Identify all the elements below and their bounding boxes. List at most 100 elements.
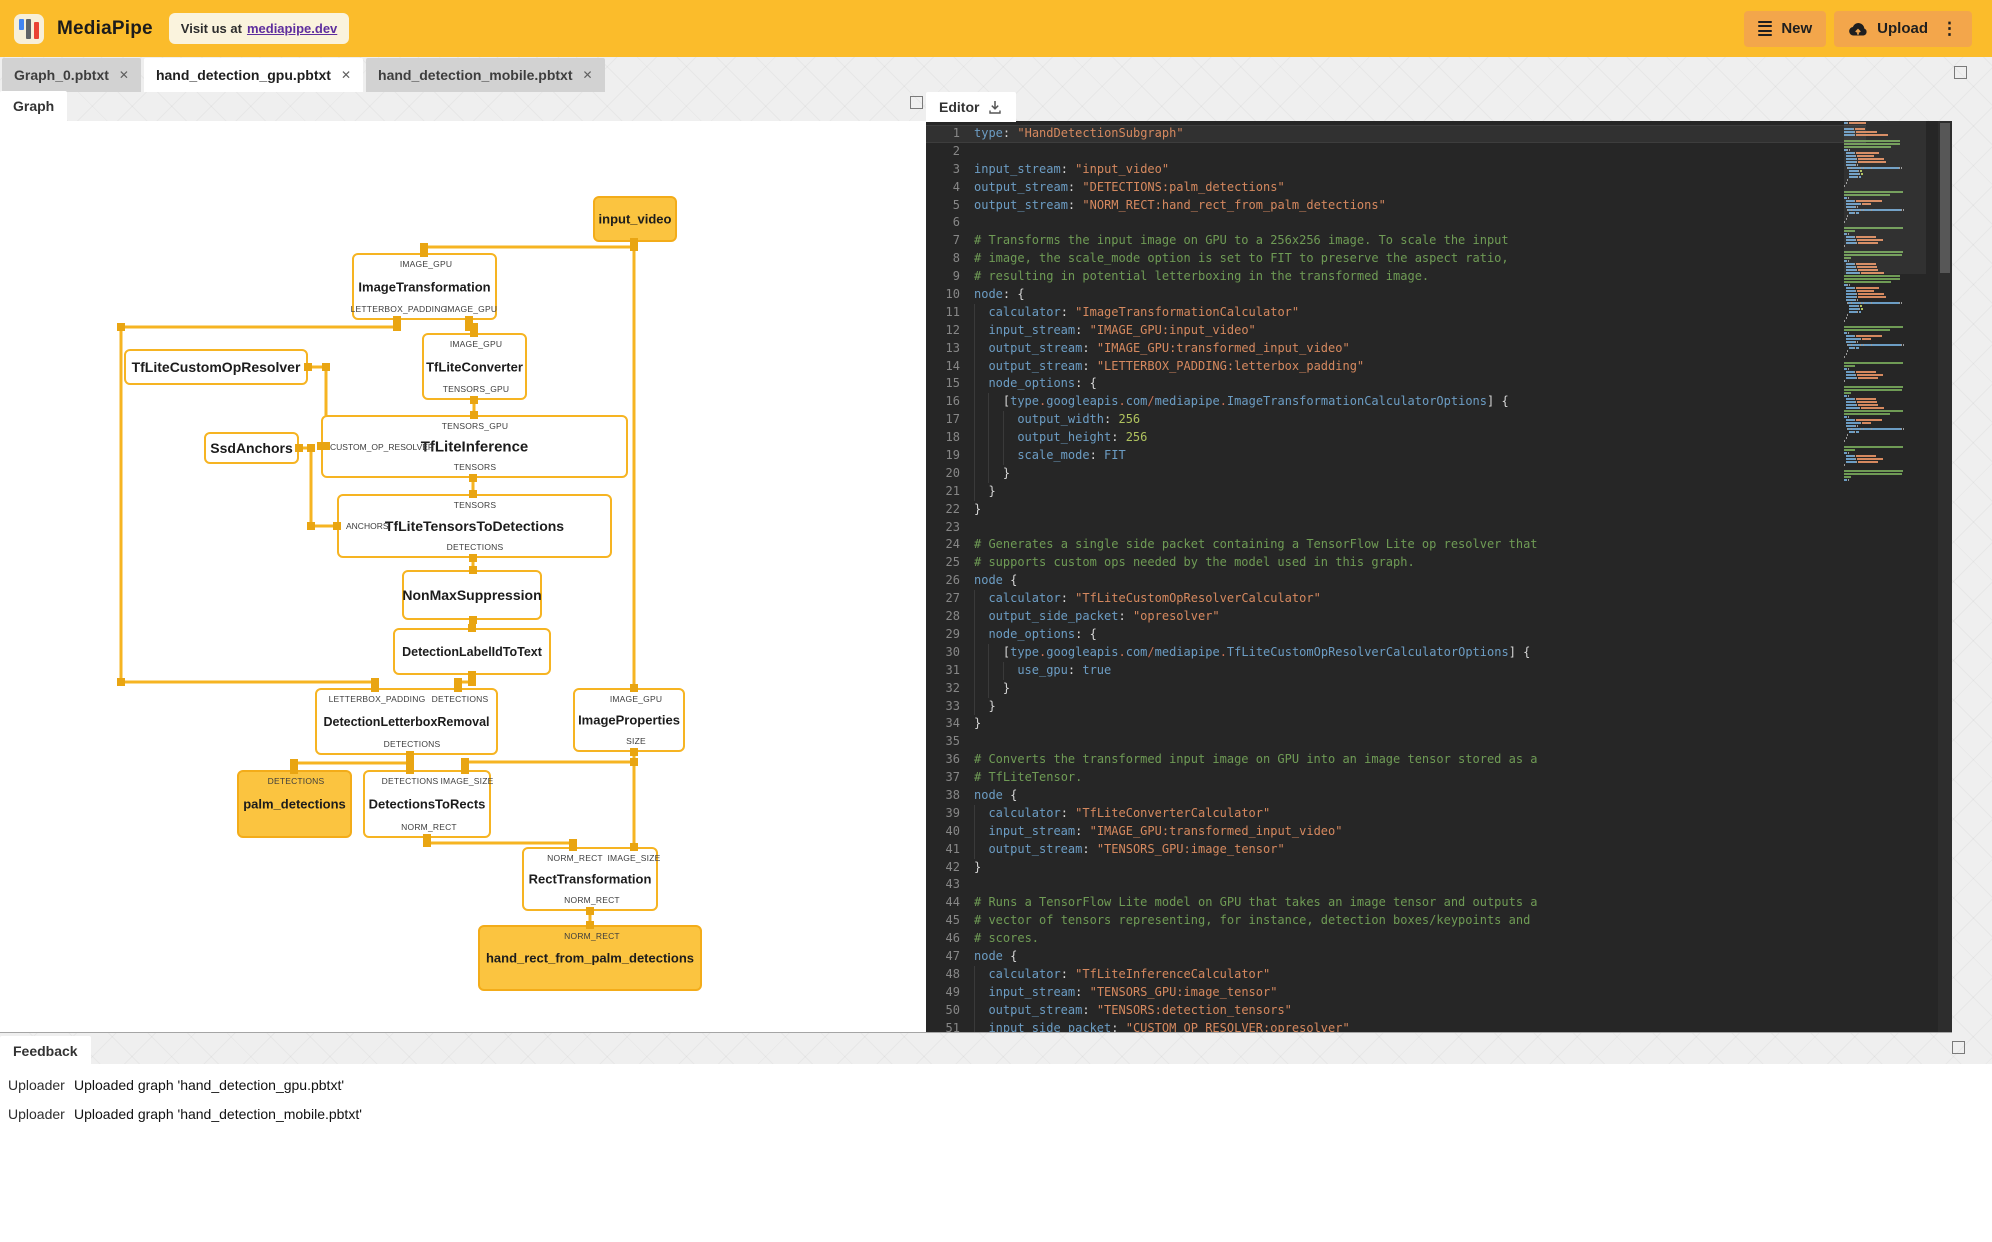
code-line[interactable]: 35 bbox=[926, 733, 1866, 751]
graph-node-DetectionLabelIdToText[interactable]: DetectionLabelIdToText bbox=[393, 628, 551, 675]
tab-editor[interactable]: Editor bbox=[926, 92, 1017, 122]
upload-button[interactable]: Upload ⋮ bbox=[1834, 10, 1972, 47]
code-line[interactable]: 27 calculator: "TfLiteCustomOpResolverCal… bbox=[926, 590, 1866, 608]
feedback-source: Uploader bbox=[8, 1076, 65, 1093]
code-line[interactable]: 13 output_stream: "IMAGE_GPU:transformed_… bbox=[926, 340, 1866, 358]
code-line[interactable]: 2 bbox=[926, 143, 1866, 161]
visit-link[interactable]: mediapipe.dev bbox=[247, 21, 337, 36]
graph-node-RectTransformation[interactable]: RectTransformation NORM_RECT IMAGE_SIZE NOR… bbox=[522, 847, 660, 911]
port-label: TENSORS bbox=[453, 500, 497, 510]
code-line[interactable]: 17 output_width: 256 bbox=[926, 411, 1866, 429]
code-line[interactable]: 48 calculator: "TfLiteInferenceCalculator… bbox=[926, 966, 1866, 984]
graph-node-ImageProperties[interactable]: ImageProperties IMAGE_GPU SIZE bbox=[573, 688, 685, 752]
code-line[interactable]: 22} bbox=[926, 501, 1866, 519]
code-line[interactable]: 28 output_side_packet: "opresolver" bbox=[926, 608, 1866, 626]
code-line[interactable]: 4 output_stream: "DETECTIONS:palm_detecti… bbox=[926, 179, 1866, 197]
graph-node-TfLiteInference[interactable]: TfLiteInference TENSORS_GPU TENSORS CUSTOM_… bbox=[321, 415, 628, 478]
code-line[interactable]: 1 type: "HandDetectionSubgraph" bbox=[926, 125, 1866, 143]
code-line[interactable]: 12 input_stream: "IMAGE_GPU:input_video" bbox=[926, 322, 1866, 340]
code-line[interactable]: 20} bbox=[926, 465, 1866, 483]
code-line[interactable]: 3 input_stream: "input_video" bbox=[926, 161, 1866, 179]
file-tab-hand_detection_mobile.pbtxt[interactable]: hand_detection_mobile.pbtxt ✕ bbox=[366, 58, 605, 92]
code-line[interactable]: 19 scale_mode: FIT bbox=[926, 447, 1866, 465]
popout-icon[interactable] bbox=[1954, 66, 1967, 79]
line-number: 13 bbox=[945, 340, 960, 355]
code-line[interactable]: 34} bbox=[926, 715, 1866, 733]
line-number: 19 bbox=[945, 448, 960, 463]
code-line[interactable]: 6 bbox=[926, 214, 1866, 232]
code-line[interactable]: 36 # Converts the transformed input image… bbox=[926, 751, 1866, 769]
code-line[interactable]: 8 # image, the scale_mode option is set t… bbox=[926, 250, 1866, 268]
code-line[interactable]: 39 calculator: "TfLiteConverterCalculator… bbox=[926, 805, 1866, 823]
code-line[interactable]: 30 [type.googleapis.com/mediapipe.TfLiteC… bbox=[926, 644, 1866, 662]
code-line[interactable]: 26 node { bbox=[926, 572, 1866, 590]
node-label: ImageProperties bbox=[578, 712, 680, 728]
graph-node-DetectionsToRects[interactable]: DetectionsToRects DETECTIONS IMAGE_SIZE NOR… bbox=[363, 770, 493, 838]
code-line[interactable]: 5 output_stream: "NORM_RECT:hand_rect_fro… bbox=[926, 197, 1866, 215]
graph-node-TfLiteTensorsToDetections[interactable]: TfLiteTensorsToDetections TENSORS DETECTIO… bbox=[337, 494, 612, 558]
code-line[interactable]: 21} bbox=[926, 483, 1866, 501]
code-line[interactable]: 32} bbox=[926, 680, 1866, 698]
scrollbar-thumb[interactable] bbox=[1940, 123, 1950, 273]
file-tab-Graph_0.pbtxt[interactable]: Graph_0.pbtxt ✕ bbox=[2, 58, 141, 92]
code-line[interactable]: 10 node: { bbox=[926, 286, 1866, 304]
line-number: 41 bbox=[945, 841, 960, 856]
code-line[interactable]: 24 # Generates a single side packet conta… bbox=[926, 536, 1866, 554]
code-line[interactable]: 16 [type.googleapis.com/mediapipe.ImageTr… bbox=[926, 393, 1866, 411]
code-line[interactable]: 29 node_options: { bbox=[926, 626, 1866, 644]
code-line[interactable]: 42} bbox=[926, 859, 1866, 877]
code-line[interactable]: 15 node_options: { bbox=[926, 375, 1866, 393]
code-line[interactable]: 43 bbox=[926, 876, 1866, 894]
popout-icon[interactable] bbox=[1952, 1041, 1965, 1054]
tab-feedback[interactable]: Feedback bbox=[0, 1036, 91, 1066]
line-number: 24 bbox=[945, 537, 960, 552]
port-label: DETECTIONS bbox=[446, 542, 504, 552]
code-line[interactable]: 18 output_height: 256 bbox=[926, 429, 1866, 447]
code-line[interactable]: 51 input_side_packet: "CUSTOM_OP_RESOLVER… bbox=[926, 1020, 1866, 1032]
code-line[interactable]: 14 output_stream: "LETTERBOX_PADDING:lett… bbox=[926, 358, 1866, 376]
graph-node-input_video[interactable]: input_video bbox=[593, 196, 677, 242]
line-number: 39 bbox=[945, 805, 960, 820]
code-line[interactable]: 33} bbox=[926, 698, 1866, 716]
code-line[interactable]: 37 # TfLiteTensor. bbox=[926, 769, 1866, 787]
close-icon[interactable]: ✕ bbox=[583, 68, 593, 82]
graph-node-TfLiteCustomOpResolver[interactable]: TfLiteCustomOpResolver bbox=[124, 349, 308, 385]
graph-canvas[interactable]: input_video ImageTransformation IMAGE_GPU L… bbox=[0, 121, 926, 1032]
kebab-icon[interactable]: ⋮ bbox=[1941, 20, 1958, 37]
close-icon[interactable]: ✕ bbox=[341, 68, 351, 82]
code-line[interactable]: 38 node { bbox=[926, 787, 1866, 805]
popout-icon[interactable] bbox=[910, 96, 923, 109]
code-line[interactable]: 9 # resulting in potential letterboxing i… bbox=[926, 268, 1866, 286]
code-line[interactable]: 44 # Runs a TensorFlow Lite model on GPU … bbox=[926, 894, 1866, 912]
code-line[interactable]: 40 input_stream: "IMAGE_GPU:transformed_i… bbox=[926, 823, 1866, 841]
code-line[interactable]: 47 node { bbox=[926, 948, 1866, 966]
code-lines[interactable]: 1 type: "HandDetectionSubgraph" 2 3 input_st… bbox=[926, 121, 1866, 1032]
download-icon[interactable] bbox=[987, 99, 1003, 115]
graph-node-NonMaxSuppression[interactable]: NonMaxSuppression bbox=[402, 570, 542, 620]
minimap[interactable] bbox=[1844, 122, 1926, 482]
graph-node-palm_detections[interactable]: palm_detections DETECTIONS bbox=[237, 770, 352, 838]
tab-graph[interactable]: Graph bbox=[0, 91, 68, 121]
graph-node-ImageTransformation[interactable]: ImageTransformation IMAGE_GPU LETTERBOX_PA… bbox=[351, 253, 497, 320]
file-tab-hand_detection_gpu.pbtxt[interactable]: hand_detection_gpu.pbtxt ✕ bbox=[143, 58, 364, 92]
graph-node-TfLiteConverter[interactable]: TfLiteConverter IMAGE_GPU TENSORS_GPU bbox=[422, 333, 527, 400]
editor-scrollbar[interactable] bbox=[1938, 121, 1952, 1032]
code-line[interactable]: 25 # supports custom ops needed by the mo… bbox=[926, 554, 1866, 572]
editor-tab-label: Editor bbox=[939, 99, 980, 115]
graph-node-SsdAnchors[interactable]: SsdAnchors bbox=[204, 432, 299, 464]
code-line[interactable]: 46 # scores. bbox=[926, 930, 1866, 948]
code-line[interactable]: 31 use_gpu: true bbox=[926, 662, 1866, 680]
code-line[interactable]: 11 calculator: "ImageTransformationCalcul… bbox=[926, 304, 1866, 322]
code-line[interactable]: 23 bbox=[926, 519, 1866, 537]
code-line[interactable]: 50 output_stream: "TENSORS:detection_tens… bbox=[926, 1002, 1866, 1020]
graph-node-DetectionLetterboxRemoval[interactable]: DetectionLetterboxRemoval LETTERBOX_PADDI… bbox=[315, 688, 498, 755]
code-line[interactable]: 49 input_stream: "TENSORS_GPU:image_tenso… bbox=[926, 984, 1866, 1002]
code-line[interactable]: 41 output_stream: "TENSORS_GPU:image_tens… bbox=[926, 841, 1866, 859]
code-editor[interactable]: 1 type: "HandDetectionSubgraph" 2 3 input_st… bbox=[926, 121, 1952, 1032]
graph-node-hand_rect_from_palm_detections[interactable]: hand_rect_from_palm_detections NORM_RECT bbox=[478, 925, 702, 991]
new-button[interactable]: New bbox=[1744, 10, 1827, 47]
port-label: LETTERBOX_PADDING bbox=[328, 694, 426, 704]
close-icon[interactable]: ✕ bbox=[119, 68, 129, 82]
code-line[interactable]: 45 # vector of tensors representing, for … bbox=[926, 912, 1866, 930]
code-line[interactable]: 7 # Transforms the input image on GPU to … bbox=[926, 232, 1866, 250]
